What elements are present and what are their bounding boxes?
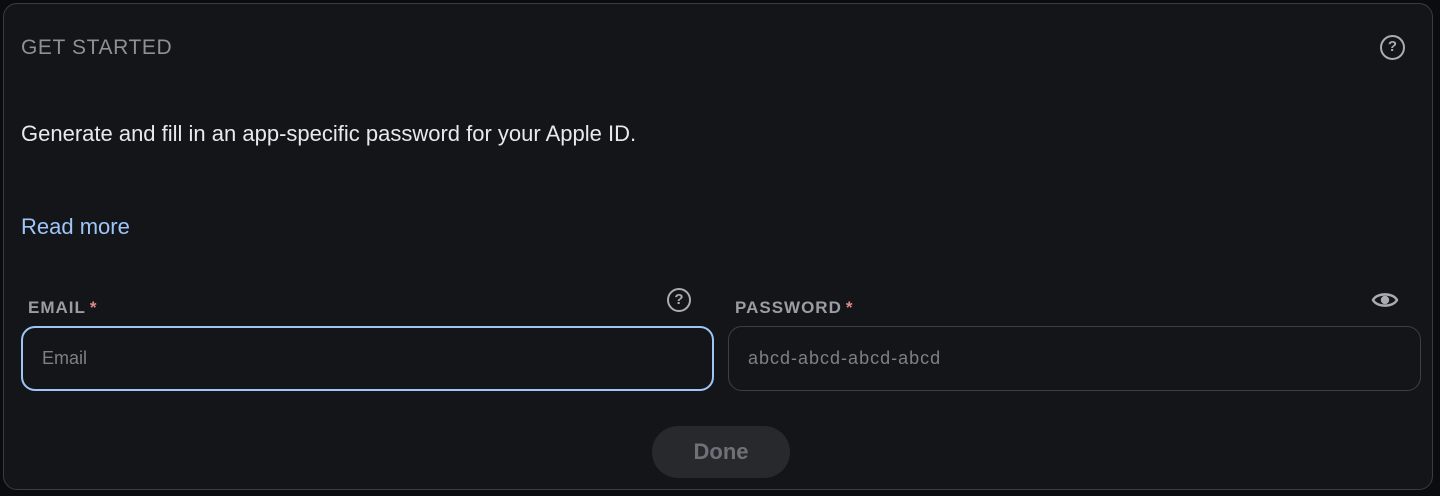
read-more-link[interactable]: Read more — [21, 214, 130, 240]
password-label: PASSWORD * — [735, 298, 853, 318]
email-label-text: EMAIL — [28, 298, 86, 317]
password-input[interactable] — [728, 326, 1421, 391]
email-label: EMAIL * — [28, 298, 98, 318]
email-help-icon[interactable]: ? — [667, 288, 691, 312]
done-button[interactable]: Done — [652, 426, 790, 478]
password-label-text: PASSWORD — [735, 298, 842, 317]
get-started-card: GET STARTED ? Generate and fill in an ap… — [3, 3, 1433, 490]
card-title: GET STARTED — [21, 36, 173, 59]
email-input[interactable] — [21, 326, 714, 391]
password-required-marker: * — [845, 298, 854, 317]
eye-icon[interactable] — [1371, 289, 1399, 311]
email-required-marker: * — [89, 298, 98, 317]
description-text: Generate and fill in an app-specific pas… — [21, 121, 637, 146]
help-icon[interactable]: ? — [1380, 35, 1405, 60]
